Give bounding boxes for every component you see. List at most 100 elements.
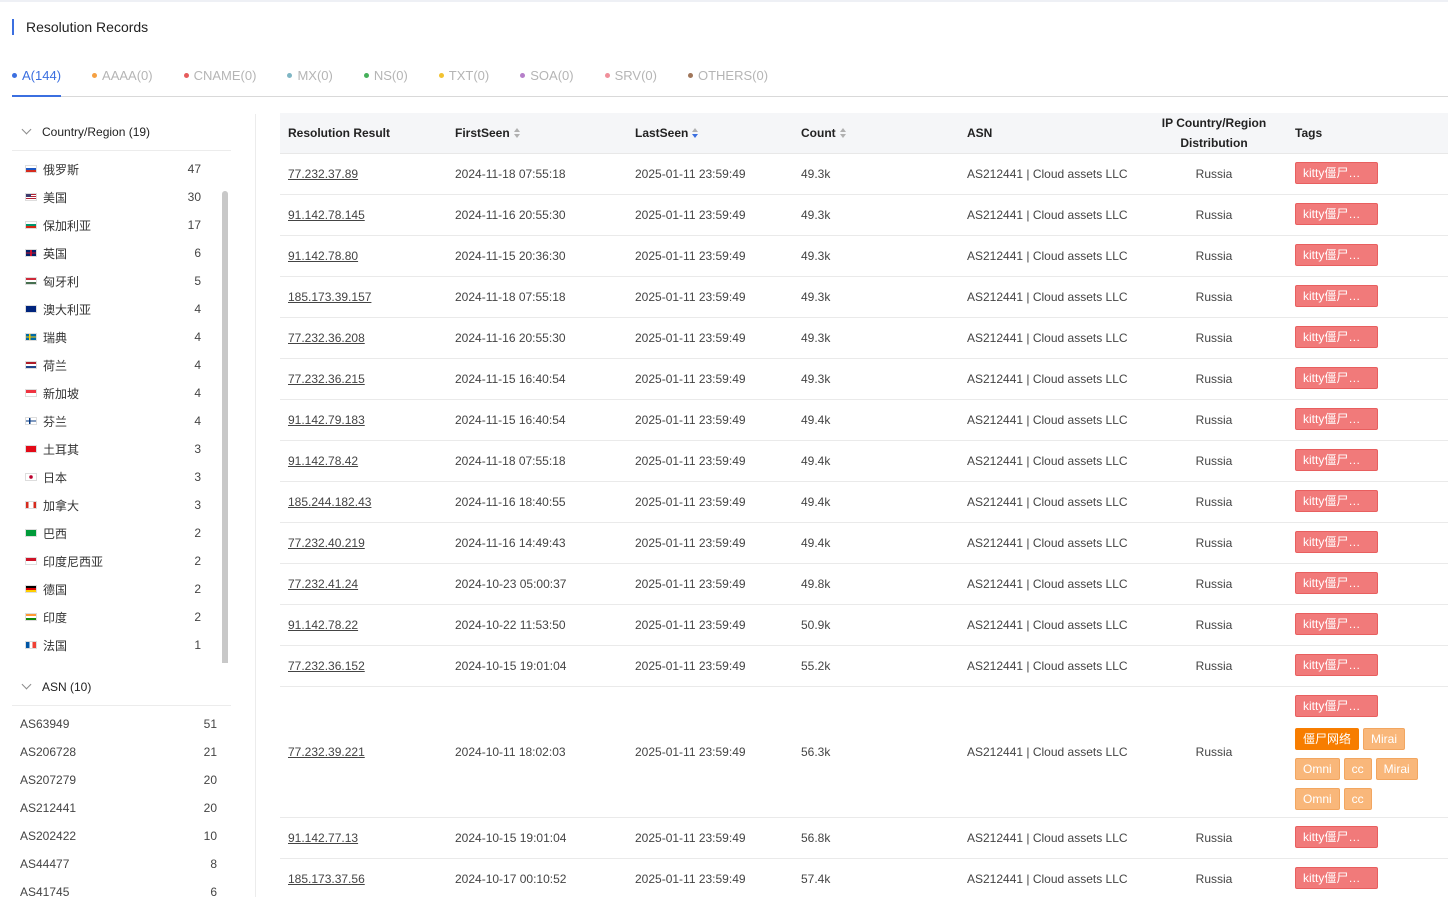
tab-others[interactable]: OTHERS(0) xyxy=(687,66,768,97)
cell-region: Russia xyxy=(1195,536,1233,550)
cell-region: Russia xyxy=(1195,167,1233,181)
country-filter-item[interactable]: 瑞典 4 xyxy=(12,323,231,351)
tag-badge[interactable]: cc xyxy=(1343,757,1372,780)
country-filter-item[interactable]: 英国 6 xyxy=(12,239,231,267)
tab-aaaa[interactable]: AAAA(0) xyxy=(92,66,153,97)
col-count[interactable]: Count xyxy=(793,126,959,140)
tag-badge[interactable]: kitty僵尸… xyxy=(1295,612,1378,635)
cell-count: 56.3k xyxy=(801,745,831,759)
tab-soa[interactable]: SOA(0) xyxy=(520,66,574,97)
col-last-seen[interactable]: LastSeen xyxy=(627,126,793,140)
asn-filter-header[interactable]: ASN (10) xyxy=(12,669,231,706)
asn-filter-item[interactable]: AS207279 20 xyxy=(12,766,231,794)
country-name: 土耳其 xyxy=(43,442,80,457)
tag-badge[interactable]: Omni xyxy=(1295,787,1340,810)
tag-badge[interactable]: cc xyxy=(1343,787,1372,810)
col-last-seen-label: LastSeen xyxy=(635,126,689,140)
ip-link[interactable]: 77.232.39.221 xyxy=(288,745,365,759)
asn-count: 21 xyxy=(203,745,217,759)
cell-tags: kitty僵尸… xyxy=(1287,489,1448,515)
ip-link[interactable]: 91.142.78.22 xyxy=(288,618,358,632)
ip-link[interactable]: 91.142.78.80 xyxy=(288,249,358,263)
tag-badge[interactable]: kitty僵尸… xyxy=(1295,825,1378,848)
tag-badge[interactable]: kitty僵尸… xyxy=(1295,571,1378,594)
cell-count: 49.3k xyxy=(801,331,831,345)
country-filter-item[interactable]: 巴西 2 xyxy=(12,519,231,547)
cell-region: Russia xyxy=(1195,495,1233,509)
country-count: 4 xyxy=(194,330,201,344)
tag-badge[interactable]: kitty僵尸… xyxy=(1295,407,1378,430)
tab-a[interactable]: A(144) xyxy=(12,66,62,97)
asn-filter-item[interactable]: AS212441 20 xyxy=(12,794,231,822)
country-filter-item[interactable]: 加拿大 3 xyxy=(12,491,231,519)
ip-link[interactable]: 77.232.40.219 xyxy=(288,536,365,550)
country-filter-item[interactable]: 土耳其 3 xyxy=(12,435,231,463)
cell-first-seen: 2024-11-18 07:55:18 xyxy=(455,290,566,304)
ip-link[interactable]: 185.173.39.157 xyxy=(288,290,371,304)
country-filter-header[interactable]: Country/Region (19) xyxy=(12,114,231,151)
country-filter-item[interactable]: 日本 3 xyxy=(12,463,231,491)
asn-filter-item[interactable]: AS63949 51 xyxy=(12,710,231,738)
scrollbar-thumb[interactable] xyxy=(222,191,228,663)
asn-filter-item[interactable]: AS206728 21 xyxy=(12,738,231,766)
tag-badge[interactable]: kitty僵尸… xyxy=(1295,366,1378,389)
table-row: 77.232.36.208 2024-11-16 20:55:30 2025-01-… xyxy=(280,318,1448,359)
tag-badge[interactable]: kitty僵尸… xyxy=(1295,284,1378,307)
country-filter-item[interactable]: 澳大利亚 4 xyxy=(12,295,231,323)
asn-filter-item[interactable]: AS202422 10 xyxy=(12,822,231,850)
tag-badge[interactable]: kitty僵尸… xyxy=(1295,866,1378,889)
country-filter-item[interactable]: 印度 2 xyxy=(12,603,231,631)
tab-cname[interactable]: CNAME(0) xyxy=(183,66,256,97)
cell-count: 55.2k xyxy=(801,659,831,673)
ip-link[interactable]: 185.173.37.56 xyxy=(288,872,365,886)
tab-mx[interactable]: MX(0) xyxy=(287,66,333,97)
ip-link[interactable]: 77.232.36.152 xyxy=(288,659,365,673)
resolution-table: Resolution Result FirstSeen LastSeen Cou… xyxy=(280,113,1448,897)
tag-badge[interactable]: Mirai xyxy=(1363,727,1406,750)
sort-icon[interactable] xyxy=(513,127,521,138)
ip-link[interactable]: 77.232.37.89 xyxy=(288,167,358,181)
tab-ns[interactable]: NS(0) xyxy=(363,66,408,97)
col-first-seen[interactable]: FirstSeen xyxy=(447,126,627,140)
ip-link[interactable]: 91.142.79.183 xyxy=(288,413,365,427)
tag-badge[interactable]: kitty僵尸… xyxy=(1295,202,1378,225)
tag-badge[interactable]: 僵尸网络 xyxy=(1295,727,1360,750)
tag-badge[interactable]: kitty僵尸… xyxy=(1295,694,1378,717)
country-filter-item[interactable]: 法国 1 xyxy=(12,631,231,659)
country-filter-item[interactable]: 德国 2 xyxy=(12,575,231,603)
asn-filter-item[interactable]: AS41745 6 xyxy=(12,878,231,897)
country-filter-item[interactable]: 美国 30 xyxy=(12,183,231,211)
country-filter-item[interactable]: 新加坡 4 xyxy=(12,379,231,407)
country-filter-item[interactable]: 俄罗斯 47 xyxy=(12,155,231,183)
tab-srv[interactable]: SRV(0) xyxy=(604,66,657,97)
ip-link[interactable]: 91.142.78.42 xyxy=(288,454,358,468)
country-filter-item[interactable]: 保加利亚 17 xyxy=(12,211,231,239)
ip-link[interactable]: 185.244.182.43 xyxy=(288,495,371,509)
ip-link[interactable]: 91.142.77.13 xyxy=(288,831,358,845)
country-list-scrollbar[interactable] xyxy=(222,191,228,663)
tab-txt[interactable]: TXT(0) xyxy=(438,66,489,97)
ip-link[interactable]: 77.232.36.208 xyxy=(288,331,365,345)
tag-badge[interactable]: Omni xyxy=(1295,757,1340,780)
tag-badge[interactable]: kitty僵尸… xyxy=(1295,530,1378,553)
country-filter-item[interactable]: 匈牙利 5 xyxy=(12,267,231,295)
sort-icon[interactable] xyxy=(839,127,847,138)
tag-badge[interactable]: kitty僵尸… xyxy=(1295,161,1378,184)
country-filter-item[interactable]: 芬兰 4 xyxy=(12,407,231,435)
cell-asn: AS212441 | Cloud assets LLC xyxy=(967,208,1128,222)
tag-badge[interactable]: kitty僵尸… xyxy=(1295,489,1378,512)
table-row: 91.142.79.183 2024-11-15 16:40:54 2025-01-… xyxy=(280,400,1448,441)
ip-link[interactable]: 77.232.41.24 xyxy=(288,577,358,591)
tag-badge[interactable]: Mirai xyxy=(1375,757,1418,780)
ip-link[interactable]: 77.232.36.215 xyxy=(288,372,365,386)
ip-link[interactable]: 91.142.78.145 xyxy=(288,208,365,222)
tag-badge[interactable]: kitty僵尸… xyxy=(1295,448,1378,471)
asn-filter-item[interactable]: AS44477 8 xyxy=(12,850,231,878)
tag-badge[interactable]: kitty僵尸… xyxy=(1295,243,1378,266)
country-filter-item[interactable]: 荷兰 4 xyxy=(12,351,231,379)
tag-badge[interactable]: kitty僵尸… xyxy=(1295,653,1378,676)
tag-badge[interactable]: kitty僵尸… xyxy=(1295,325,1378,348)
sort-desc-icon[interactable] xyxy=(692,127,699,138)
country-filter-item[interactable]: 印度尼西亚 2 xyxy=(12,547,231,575)
cell-result: 185.173.39.157 xyxy=(280,290,447,304)
